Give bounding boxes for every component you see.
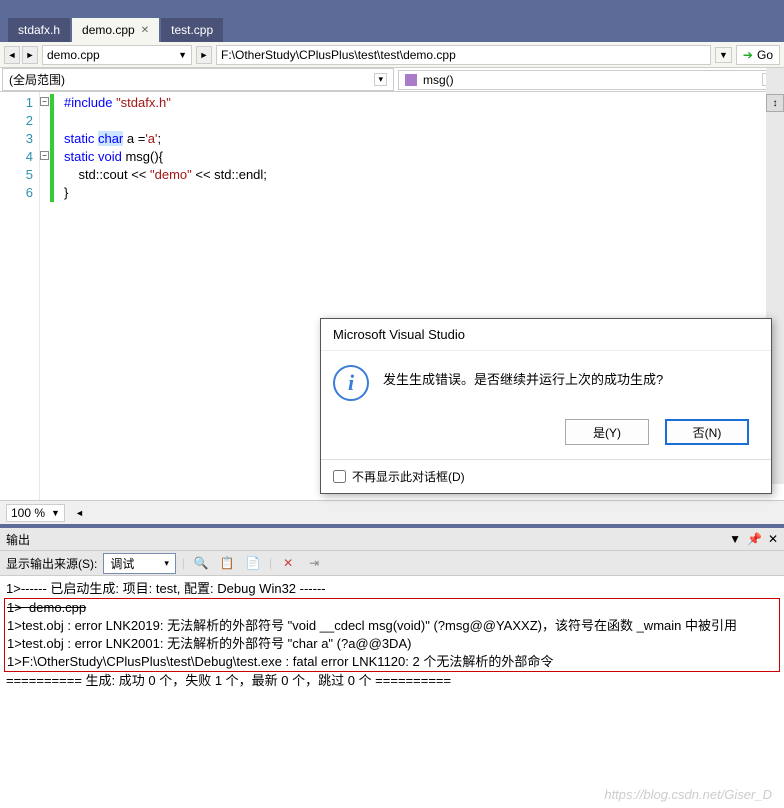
file-dropdown[interactable]: demo.cpp▼ — [42, 45, 192, 65]
find-icon[interactable]: 🔍 — [191, 553, 211, 573]
split-grip-icon[interactable]: ↕ — [766, 94, 784, 112]
yes-button[interactable]: 是(Y) — [565, 419, 649, 445]
member-dropdown[interactable]: msg() ▾ — [398, 70, 782, 90]
dont-show-label: 不再显示此对话框(D) — [352, 468, 465, 485]
watermark: https://blog.csdn.net/Giser_D — [604, 787, 772, 802]
dialog-title: Microsoft Visual Studio — [321, 319, 771, 351]
zoom-bar: 100 %▼ ◄ — [0, 500, 784, 524]
scope-bar: (全局范围)▾ msg() ▾ — [0, 68, 784, 92]
fold-gutter[interactable]: − − — [40, 92, 64, 500]
line-numbers: 123456 — [0, 92, 40, 500]
method-icon — [405, 74, 417, 86]
nav-back-icon[interactable]: ◄ — [4, 46, 20, 64]
path-field[interactable]: F:\OtherStudy\CPlusPlus\test\test\demo.c… — [216, 45, 711, 65]
output-source-dropdown[interactable]: 调试▾ — [103, 553, 176, 574]
close-icon[interactable]: ✕ — [141, 25, 149, 36]
output-panel: 输出 ▼ 📌 ✕ 显示输出来源(S): 调试▾ | 🔍 📋 📄 | ✕ ⇥ 1>… — [0, 524, 784, 768]
goto-icon[interactable]: 📋 — [217, 553, 237, 573]
output-title: 输出 — [6, 531, 30, 548]
tab-test[interactable]: test.cpp — [161, 18, 223, 42]
error-dialog: Microsoft Visual Studio i 发生生成错误。是否继续并运行… — [320, 318, 772, 494]
output-text[interactable]: 1>------ 已启动生成: 项目: test, 配置: Debug Win3… — [0, 576, 784, 768]
dialog-message: 发生生成错误。是否继续并运行上次的成功生成? — [383, 365, 663, 388]
nav-sep-icon[interactable]: ► — [196, 46, 212, 64]
wrap-icon[interactable]: ⇥ — [304, 553, 324, 573]
scroll-left-icon[interactable]: ◄ — [75, 508, 84, 518]
pin-icon[interactable]: 📌 — [747, 532, 762, 546]
info-icon: i — [333, 365, 369, 401]
go-button[interactable]: ➔Go — [736, 45, 780, 65]
file-tabs: stdafx.h demo.cpp✕ test.cpp — [0, 14, 784, 42]
close-panel-icon[interactable]: ✕ — [768, 532, 778, 546]
dont-show-checkbox[interactable] — [333, 470, 346, 483]
path-dropdown-icon[interactable]: ▼ — [715, 47, 732, 63]
scope-dropdown[interactable]: (全局范围)▾ — [2, 68, 394, 91]
nav-bar: ◄ ► demo.cpp▼ ► F:\OtherStudy\CPlusPlus\… — [0, 42, 784, 68]
zoom-dropdown[interactable]: 100 %▼ — [6, 504, 65, 522]
tab-stdafx[interactable]: stdafx.h — [8, 18, 70, 42]
dropdown-icon[interactable]: ▼ — [729, 532, 741, 546]
copy-icon[interactable]: 📄 — [243, 553, 263, 573]
no-button[interactable]: 否(N) — [665, 419, 749, 445]
nav-fwd-icon[interactable]: ► — [22, 46, 38, 64]
tab-demo[interactable]: demo.cpp✕ — [72, 18, 159, 42]
clear-icon[interactable]: ✕ — [278, 553, 298, 573]
output-source-label: 显示输出来源(S): — [6, 555, 97, 572]
